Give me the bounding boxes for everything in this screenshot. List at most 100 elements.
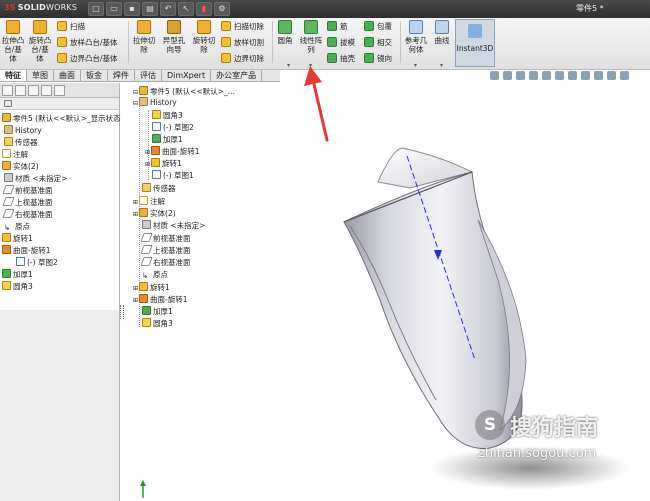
panel-splitter-handle[interactable] [120,305,124,319]
expand-icon[interactable]: ⊞ [133,297,138,304]
draft-button[interactable]: 拔模 [327,37,355,49]
hide-show-icon[interactable] [568,71,577,80]
tree-item-front-plane[interactable]: 前视基准面 [2,185,53,197]
reference-geometry-button[interactable]: 参考几 何体 [403,20,429,54]
zoom-area-icon[interactable] [503,71,512,80]
tree-item-solid-bodies[interactable]: 实体(2) [2,161,39,173]
expand-icon[interactable]: ⊞ [133,211,138,218]
boundary-cut-button[interactable]: 边界切除 [221,53,264,65]
collapse-icon[interactable]: ⊟ [133,100,138,107]
revolve-cut-button[interactable]: 旋转切 除 [191,20,217,54]
expand-icon[interactable]: ⊞ [133,199,138,206]
mirror-button[interactable]: 镜向 [364,53,392,65]
curves-dropdown-icon[interactable]: ▾ [440,62,443,69]
wrap-button[interactable]: 包覆 [364,21,392,33]
options-icon[interactable]: ⚙ [214,2,230,16]
tree-item-surface-revolve1[interactable]: 曲面-旋转1 [2,245,50,257]
flyout-item-solid-bodies[interactable]: ⊞ 实体(2) [133,208,176,220]
tab-weldments[interactable]: 焊件 [108,70,135,81]
tree-item-annotations[interactable]: 注解 [2,149,28,161]
tree-item-top-plane[interactable]: 上视基准面 [2,197,53,209]
tab-office-products[interactable]: 办公室产品 [211,70,263,81]
fillet-dropdown-icon[interactable]: ▾ [287,62,290,69]
print-icon[interactable]: ▤ [142,2,158,16]
flyout-history-surface-revolve1[interactable]: ⊞ 曲面-旋转1 [145,146,200,158]
tree-item-fillet3[interactable]: 圆角3 [2,281,33,293]
flyout-item-origin[interactable]: ↳ 原点 [142,269,168,281]
tab-sketch[interactable]: 草图 [27,70,54,81]
tree-filter[interactable] [0,98,119,110]
flyout-item-history[interactable]: ⊟ History [133,97,177,109]
tab-features[interactable]: 特征 [0,70,27,81]
display-style-icon[interactable] [555,71,564,80]
save-icon[interactable]: ▪ [124,2,140,16]
scene-icon[interactable] [594,71,603,80]
flyout-item-revolve1[interactable]: ⊞ 旋转1 [133,282,170,294]
flyout-history-thicken1[interactable]: 加厚1 [152,134,183,146]
flyout-item-fillet3[interactable]: 圆角3 [142,318,173,330]
boundary-boss-button[interactable]: 边界凸台/基体 [57,53,118,65]
shell-button[interactable]: 抽壳 [327,53,355,65]
tab-sheet-metal[interactable]: 钣金 [81,70,108,81]
select-icon[interactable]: ↖ [178,2,194,16]
hole-wizard-button[interactable]: 异型孔 向导 [161,20,187,54]
tab-dimxpert[interactable]: DimXpert [162,70,212,81]
flyout-item-surface-revolve1[interactable]: ⊞ 曲面-旋转1 [133,294,188,306]
tab-evaluate[interactable]: 评估 [135,70,162,81]
zoom-fit-icon[interactable] [490,71,499,80]
flyout-history-sketch1[interactable]: (-) 草图1 [152,170,194,182]
view-orientation-icon[interactable] [542,71,551,80]
refgeom-dropdown-icon[interactable]: ▾ [414,62,417,69]
expand-icon[interactable]: ⊞ [133,285,138,292]
collapse-icon[interactable]: ⊟ [133,89,138,96]
sweep-boss-button[interactable]: 扫描 [57,21,85,33]
flyout-item-top-plane[interactable]: 上视基准面 [140,245,191,257]
rib-button[interactable]: 筋 [327,21,348,33]
previous-view-icon[interactable] [516,71,525,80]
flyout-item-material[interactable]: 材质 <未指定> [142,220,205,232]
intersect-button[interactable]: 相交 [364,37,392,49]
flyout-history-sketch2[interactable]: (-) 草图2 [152,122,194,134]
pattern-dropdown-icon[interactable]: ▾ [309,62,312,69]
undo-icon[interactable]: ↶ [160,2,176,16]
configuration-manager-tab-icon[interactable] [28,85,39,96]
dimxpert-manager-tab-icon[interactable] [41,85,52,96]
expand-icon[interactable]: ⊞ [145,161,150,168]
edit-appearance-icon[interactable] [581,71,590,80]
open-icon[interactable]: ▭ [106,2,122,16]
extrude-cut-button[interactable]: 拉伸切 除 [131,20,157,54]
flyout-history-fillet3[interactable]: 圆角3 [152,110,183,122]
flyout-item-annotations[interactable]: ⊞ 注解 [133,196,165,208]
expand-icon[interactable]: ⊞ [145,149,150,156]
tree-item-thicken1[interactable]: 加厚1 [2,269,33,281]
flyout-item-thicken1[interactable]: 加厚1 [142,306,173,318]
revolve-boss-button[interactable]: 旋转凸 台/基 体 [27,20,53,63]
flyout-item-front-plane[interactable]: 前视基准面 [140,233,191,245]
display-manager-tab-icon[interactable] [54,85,65,96]
new-icon[interactable]: □ [88,2,104,16]
tree-item-origin[interactable]: ↳ 原点 [4,221,30,233]
feature-manager-tab-icon[interactable] [2,85,13,96]
tree-item-history[interactable]: History [4,125,42,137]
monitor-icon[interactable] [620,71,629,80]
flyout-item-right-plane[interactable]: 右视基准面 [140,257,191,269]
view-settings-icon[interactable] [607,71,616,80]
tree-item-sensors[interactable]: 传感器 [4,137,38,149]
instant3d-button[interactable]: Instant3D [455,19,495,67]
flyout-history-revolve1[interactable]: ⊞ 旋转1 [145,158,182,170]
tree-item-revolve1[interactable]: 旋转1 [2,233,33,245]
flyout-item-sensors[interactable]: 传感器 [142,183,176,195]
loft-cut-button[interactable]: 放样切割 [221,37,264,49]
property-manager-tab-icon[interactable] [15,85,26,96]
tree-item-sketch2[interactable]: (-) 草图2 [16,257,58,269]
linear-pattern-button[interactable]: 线性阵 列 [299,20,323,54]
extrude-boss-button[interactable]: 拉伸凸 台/基 体 [1,20,25,63]
section-view-icon[interactable] [529,71,538,80]
tree-item-material[interactable]: 材质 <未指定> [4,173,67,185]
rebuild-icon[interactable]: ▮ [196,2,212,16]
sweep-cut-button[interactable]: 扫描切除 [221,21,264,33]
tab-surfaces[interactable]: 曲面 [54,70,81,81]
tree-item-right-plane[interactable]: 右视基准面 [2,209,53,221]
loft-boss-button[interactable]: 放样凸台/基体 [57,37,118,49]
fillet-button[interactable]: 圆角 [275,20,295,45]
